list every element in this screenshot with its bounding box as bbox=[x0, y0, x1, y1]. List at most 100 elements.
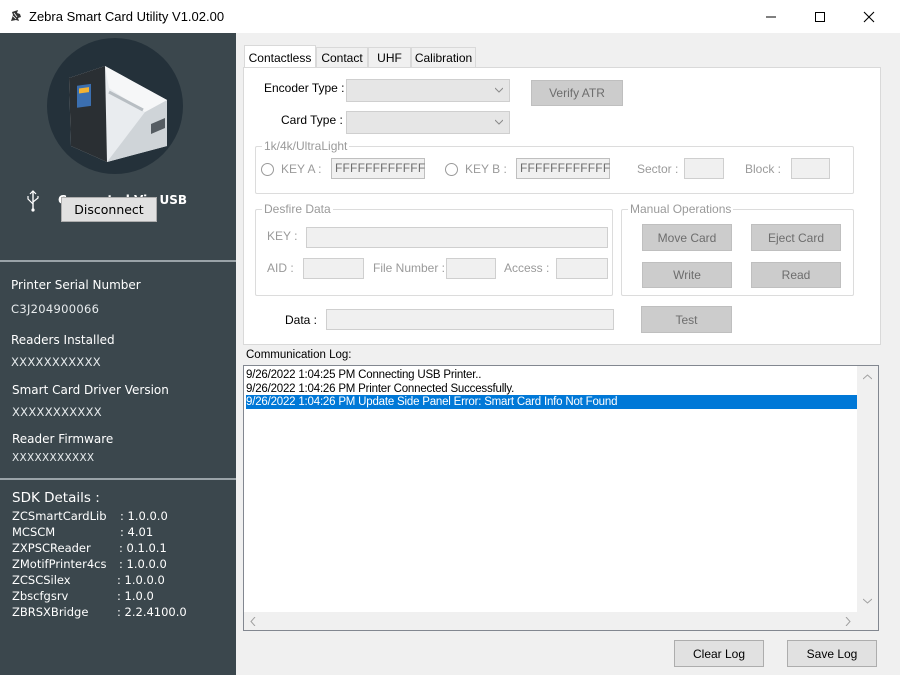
save-log-button[interactable]: Save Log bbox=[787, 640, 877, 667]
key-a-label: KEY A : bbox=[281, 162, 322, 176]
sdk-version: : 4.01 bbox=[120, 525, 154, 539]
data-input[interactable] bbox=[326, 309, 614, 330]
contactless-panel bbox=[243, 67, 881, 345]
printer-image bbox=[47, 38, 183, 174]
sdk-name: ZMotifPrinter4cs bbox=[12, 557, 107, 571]
sdk-name: MCSCM bbox=[12, 525, 56, 539]
sdk-version: : 2.2.4100.0 bbox=[117, 605, 187, 619]
access-label: Access : bbox=[504, 261, 550, 275]
scroll-left-icon[interactable] bbox=[250, 617, 256, 626]
encoder-type-label: Encoder Type : bbox=[264, 81, 345, 95]
key-b-label: KEY B : bbox=[465, 162, 507, 176]
sdk-details-title: SDK Details : bbox=[12, 490, 100, 506]
communication-log-list[interactable]: 9/26/2022 1:04:25 PM Connecting USB Prin… bbox=[243, 365, 879, 631]
sdk-name: ZXPSCReader bbox=[12, 541, 91, 555]
scroll-right-icon[interactable] bbox=[845, 617, 851, 626]
encoder-type-select[interactable] bbox=[346, 79, 510, 102]
close-icon bbox=[863, 11, 875, 22]
file-number-label: File Number : bbox=[373, 261, 446, 275]
sdk-name: Zbscfgsrv bbox=[12, 589, 69, 603]
card-type-label: Card Type : bbox=[281, 113, 343, 127]
chevron-down-icon bbox=[495, 119, 503, 125]
key-a-radio[interactable] bbox=[261, 163, 274, 176]
zebra-logo-icon bbox=[11, 10, 21, 21]
key-b-radio[interactable] bbox=[445, 163, 458, 176]
scrollbar-corner bbox=[857, 613, 878, 630]
readers-installed-value: XXXXXXXXXXX bbox=[11, 355, 101, 369]
sidebar-divider bbox=[0, 478, 236, 480]
sector-input[interactable] bbox=[684, 158, 724, 179]
manual-operations-title: Manual Operations bbox=[628, 202, 734, 216]
minimize-icon bbox=[766, 16, 776, 17]
verify-atr-button[interactable]: Verify ATR bbox=[531, 80, 623, 106]
maximize-icon bbox=[815, 11, 825, 22]
sdk-list: ZCSmartCardLib : 1.0.0.0 MCSCM : 4.01 ZXPS… bbox=[12, 509, 232, 629]
move-card-button[interactable]: Move Card bbox=[642, 224, 732, 251]
sidebar: Connected Via USB Disconnect Printer Ser… bbox=[0, 33, 236, 675]
sector-label: Sector : bbox=[637, 162, 679, 176]
sdk-item: ZBRSXBridge : 2.2.4100.0 bbox=[12, 605, 187, 619]
sdk-name: ZCSmartCardLib bbox=[12, 509, 107, 523]
tab-uhf[interactable]: UHF bbox=[368, 47, 411, 68]
desfire-group bbox=[255, 209, 613, 296]
driver-version-value: XXXXXXXXXXX bbox=[12, 405, 102, 419]
desfire-key-input[interactable] bbox=[306, 227, 608, 248]
sdk-name: ZCSCSilex bbox=[12, 573, 71, 587]
sdk-name: ZBRSXBridge bbox=[12, 605, 89, 619]
sdk-version: : 1.0.0.0 bbox=[117, 573, 165, 587]
sdk-version: : 1.0.0.0 bbox=[119, 557, 167, 571]
desfire-group-title: Desfire Data bbox=[262, 202, 333, 216]
test-button[interactable]: Test bbox=[641, 306, 732, 333]
tab-contact[interactable]: Contact bbox=[316, 47, 368, 68]
read-button[interactable]: Read bbox=[751, 262, 841, 288]
reader-firmware-value: XXXXXXXXXXX bbox=[12, 452, 95, 464]
clear-log-button[interactable]: Clear Log bbox=[674, 640, 764, 667]
driver-version-label: Smart Card Driver Version bbox=[12, 383, 169, 397]
log-line[interactable]: 9/26/2022 1:04:26 PM Printer Connected S… bbox=[246, 382, 514, 396]
close-button[interactable] bbox=[846, 0, 892, 33]
sdk-item: ZMotifPrinter4cs : 1.0.0.0 bbox=[12, 557, 167, 571]
window-title: Zebra Smart Card Utility V1.02.00 bbox=[29, 9, 225, 24]
minimize-button[interactable] bbox=[748, 0, 794, 33]
block-input[interactable] bbox=[791, 158, 830, 179]
scroll-down-icon[interactable] bbox=[863, 598, 872, 604]
sdk-version: : 1.0.0 bbox=[117, 589, 154, 603]
desfire-key-label: KEY : bbox=[267, 229, 298, 243]
eject-card-button[interactable]: Eject Card bbox=[751, 224, 841, 251]
key-b-input[interactable]: FFFFFFFFFFFF bbox=[516, 158, 610, 179]
sdk-item: ZCSmartCardLib : 1.0.0.0 bbox=[12, 509, 168, 523]
log-line[interactable]: 9/26/2022 1:04:25 PM Connecting USB Prin… bbox=[246, 368, 481, 382]
sdk-item: MCSCM : 4.01 bbox=[12, 525, 153, 539]
communication-log-label: Communication Log: bbox=[246, 349, 352, 361]
card-type-select[interactable] bbox=[346, 111, 510, 134]
aid-label: AID : bbox=[267, 261, 294, 275]
readers-installed-label: Readers Installed bbox=[11, 333, 115, 347]
aid-input[interactable] bbox=[303, 258, 364, 279]
chevron-down-icon bbox=[495, 87, 503, 93]
reader-firmware-label: Reader Firmware bbox=[12, 432, 114, 446]
title-bar: Zebra Smart Card Utility V1.02.00 bbox=[0, 0, 900, 33]
scroll-up-icon[interactable] bbox=[863, 374, 872, 380]
file-number-input[interactable] bbox=[446, 258, 496, 279]
disconnect-button[interactable]: Disconnect bbox=[61, 197, 157, 222]
sdk-item: ZXPSCReader : 0.1.0.1 bbox=[12, 541, 167, 555]
sdk-version: : 0.1.0.1 bbox=[119, 541, 167, 555]
access-input[interactable] bbox=[556, 258, 608, 279]
write-button[interactable]: Write bbox=[642, 262, 732, 288]
maximize-button[interactable] bbox=[797, 0, 843, 33]
printer-serial-value: C3J204900066 bbox=[11, 302, 100, 316]
tab-contactless[interactable]: Contactless bbox=[244, 45, 316, 69]
usb-icon bbox=[27, 190, 39, 212]
printer-serial-label: Printer Serial Number bbox=[11, 278, 141, 292]
vertical-scrollbar[interactable] bbox=[857, 366, 878, 613]
card-printer-icon bbox=[69, 66, 167, 162]
data-label: Data : bbox=[285, 313, 318, 327]
key-a-input[interactable]: FFFFFFFFFFFF bbox=[331, 158, 425, 179]
ultralight-group-title: 1k/4k/UltraLight bbox=[262, 139, 350, 153]
block-label: Block : bbox=[745, 162, 782, 176]
horizontal-scrollbar[interactable] bbox=[244, 612, 857, 630]
sdk-item: ZCSCSilex : 1.0.0.0 bbox=[12, 573, 165, 587]
log-line-selected[interactable]: 9/26/2022 1:04:26 PM Update Side Panel E… bbox=[246, 395, 858, 409]
sdk-version: : 1.0.0.0 bbox=[120, 509, 168, 523]
tab-calibration[interactable]: Calibration bbox=[411, 47, 476, 68]
